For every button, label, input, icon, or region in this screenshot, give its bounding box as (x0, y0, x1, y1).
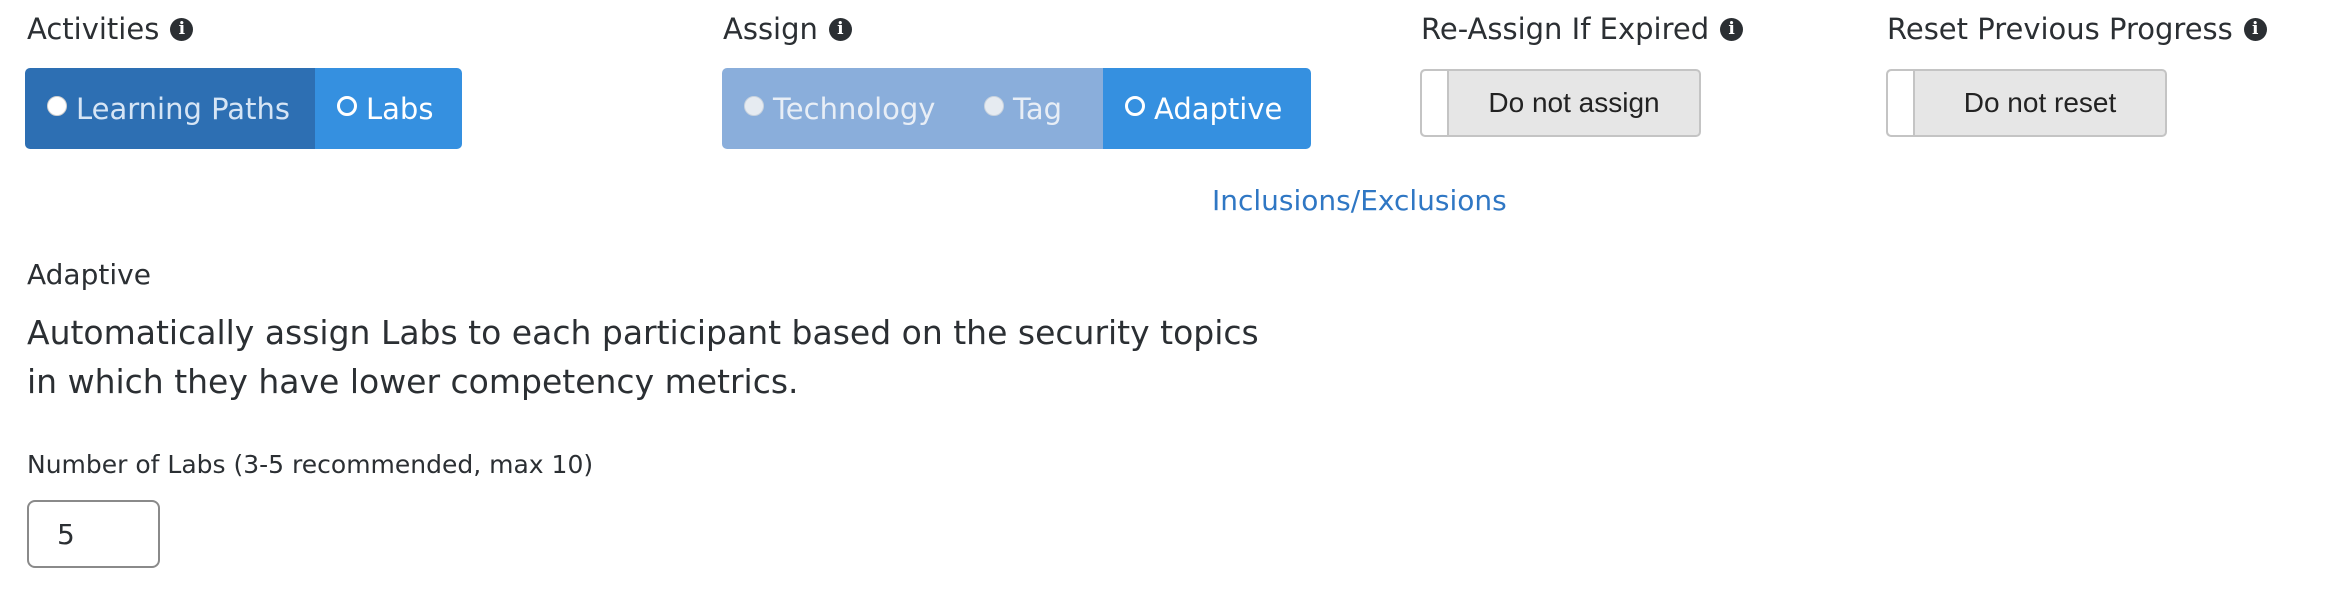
activity-option-label: Labs (366, 91, 434, 126)
radio-checked-icon (1125, 95, 1145, 116)
toggle-knob (1422, 71, 1449, 135)
activities-info-icon[interactable]: i (170, 17, 194, 41)
inclusions-exclusions-link[interactable]: Inclusions/Exclusions (1212, 184, 1507, 217)
number-of-labs-input[interactable] (27, 500, 160, 568)
activities-label-text: Activities (27, 12, 160, 46)
activity-option-labs[interactable]: Labs (315, 68, 462, 149)
activity-option-learning-paths[interactable]: Learning Paths (25, 68, 315, 149)
reassign-toggle-text: Do not assign (1488, 87, 1660, 118)
assign-option-technology[interactable]: Technology (722, 68, 962, 149)
number-of-labs-label: Number of Labs (3-5 recommended, max 10) (27, 450, 594, 479)
reset-label-text: Reset Previous Progress (1887, 12, 2233, 46)
radio-unchecked-icon (744, 95, 764, 116)
assignment-settings-panel: Activities i Learning Paths Labs Assign … (0, 0, 2328, 592)
adaptive-description: Automatically assign Labs to each partic… (27, 313, 1259, 401)
assign-option-label: Tag (1013, 91, 1063, 126)
assign-option-label: Adaptive (1154, 91, 1283, 126)
radio-unchecked-icon (984, 95, 1004, 116)
reset-toggle-text: Do not reset (1963, 87, 2117, 118)
reset-toggle-button[interactable]: Do not reset (1886, 69, 2167, 137)
activities-radio-group: Learning Paths Labs (25, 68, 462, 149)
radio-unchecked-icon (47, 95, 67, 116)
assign-radio-group: Technology Tag Adaptive (722, 68, 1311, 149)
reassign-toggle-button[interactable]: Do not assign (1420, 69, 1701, 137)
assign-info-icon[interactable]: i (828, 17, 852, 41)
adaptive-title: Adaptive (27, 258, 151, 291)
reassign-label-text: Re-Assign If Expired (1421, 12, 1710, 46)
activity-option-label: Learning Paths (76, 91, 290, 126)
radio-checked-icon (337, 95, 357, 116)
assign-option-tag[interactable]: Tag (962, 68, 1103, 149)
activities-label: Activities i (27, 12, 194, 46)
reassign-label: Re-Assign If Expired i (1421, 12, 1744, 46)
reset-info-icon[interactable]: i (2243, 17, 2267, 41)
assign-option-adaptive[interactable]: Adaptive (1103, 68, 1311, 149)
reset-label: Reset Previous Progress i (1887, 12, 2267, 46)
assign-option-label: Technology (773, 91, 936, 126)
reassign-info-icon[interactable]: i (1720, 17, 1744, 41)
assign-label-text: Assign (723, 12, 818, 46)
toggle-knob (1888, 71, 1915, 135)
assign-label: Assign i (723, 12, 852, 46)
